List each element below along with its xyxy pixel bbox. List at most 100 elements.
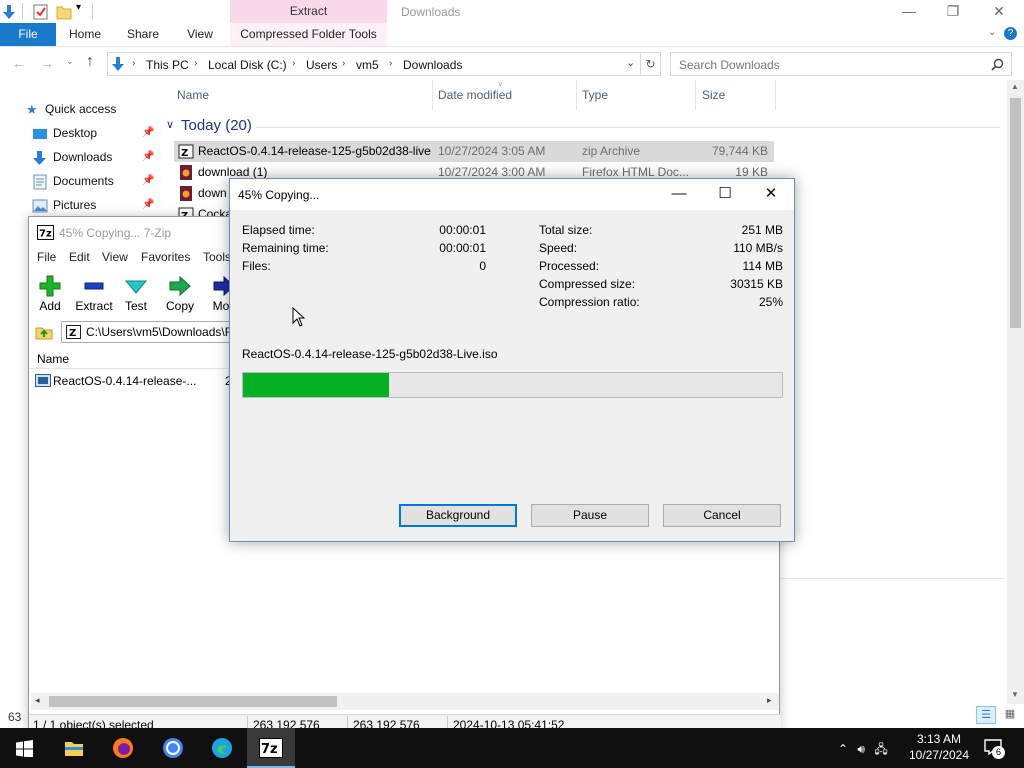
breadcrumb-vm5[interactable]: vm5	[356, 58, 379, 72]
speed: Speed: 110 MB/s	[539, 241, 783, 255]
nav-downloads[interactable]: Downloads 📌	[32, 146, 154, 168]
extract-button[interactable]: Extract	[71, 273, 117, 317]
taskbar-clock[interactable]: 3:13 AM 10/27/2024	[904, 731, 974, 763]
scroll-right-icon[interactable]: ▸	[767, 695, 772, 706]
tab-compressed-folder-tools[interactable]: Compressed Folder Tools	[230, 23, 387, 46]
taskbar-firefox[interactable]	[99, 728, 147, 768]
refresh-icon[interactable]: ↻	[641, 52, 661, 76]
test-button[interactable]: Test	[113, 273, 159, 317]
breadcrumb-this-pc[interactable]: This PC	[146, 58, 189, 72]
nav-quick-access[interactable]: ★ Quick access	[26, 98, 116, 120]
copy-progress-dialog: 45% Copying... — ☐ ✕ Elapsed time: 00:00…	[229, 178, 795, 542]
nav-documents[interactable]: Documents 📌	[32, 170, 154, 192]
menu-favorites[interactable]: Favorites	[141, 250, 190, 264]
file-row[interactable]: Z ReactOS-0.4.14-release-125-g5b02d38-li…	[174, 141, 774, 162]
column-size[interactable]: Size	[702, 88, 725, 102]
recent-locations-icon[interactable]: ⌄	[66, 56, 74, 67]
search-input[interactable]: Search Downloads	[670, 52, 1012, 76]
windows-start-icon[interactable]	[16, 740, 33, 757]
dialog-minimize-button[interactable]: —	[656, 179, 702, 210]
breadcrumb-local-disk[interactable]: Local Disk (C:)	[208, 58, 287, 72]
copy-button[interactable]: Copy	[157, 273, 203, 317]
network-icon[interactable]: 🖧︎	[874, 742, 887, 756]
taskbar-7zip[interactable]: 7z	[247, 728, 295, 768]
add-button[interactable]: Add	[27, 273, 73, 317]
help-icon[interactable]: ?	[1004, 27, 1017, 40]
search-placeholder: Search Downloads	[679, 58, 780, 72]
7zip-column-name[interactable]: Name	[37, 352, 69, 366]
cancel-button[interactable]: Cancel	[663, 504, 781, 527]
nav-desktop[interactable]: Desktop 📌	[32, 122, 154, 144]
address-dropdown-icon[interactable]: ⌄	[626, 56, 635, 69]
taskbar-edge[interactable]	[198, 728, 246, 768]
speed-value: 110 MB/s	[733, 241, 783, 255]
compressed-size-value: 30315 KB	[730, 277, 783, 291]
vertical-scrollbar[interactable]: ▲ ▼	[1007, 80, 1024, 704]
html-document-icon	[180, 165, 192, 180]
scrollbar-thumb[interactable]	[1010, 98, 1021, 328]
svg-text:7z: 7z	[261, 742, 278, 757]
dialog-maximize-button[interactable]: ☐	[702, 179, 748, 210]
up-arrow-icon[interactable]: ↑	[86, 53, 94, 71]
details-view-icon[interactable]: ☰	[976, 706, 996, 724]
taskbar-file-explorer[interactable]	[50, 728, 98, 768]
breadcrumb-downloads[interactable]: Downloads	[403, 58, 462, 72]
total-size: Total size: 251 MB	[539, 223, 783, 237]
column-name[interactable]: Name	[177, 88, 209, 102]
new-folder-icon[interactable]	[56, 4, 72, 20]
files-value: 0	[479, 259, 486, 273]
scrollbar-thumb[interactable]	[49, 696, 337, 707]
maximize-button[interactable]: ❐	[930, 0, 976, 24]
nav-pictures[interactable]: Pictures 📌	[32, 194, 154, 216]
tab-view[interactable]: View	[178, 23, 222, 46]
menu-edit[interactable]: Edit	[69, 250, 90, 264]
properties-icon[interactable]	[33, 4, 49, 20]
files-count: Files: 0	[242, 259, 486, 273]
column-date-modified[interactable]: Date modified	[438, 88, 512, 102]
file-type: zip Archive	[582, 144, 641, 158]
dialog-close-button[interactable]: ✕	[748, 179, 794, 210]
scroll-left-icon[interactable]: ◂	[35, 695, 40, 706]
folder-up-icon[interactable]	[35, 324, 53, 340]
forward-arrow-icon[interactable]: →	[40, 55, 54, 71]
7zip-horizontal-scrollbar[interactable]: ◂ ▸	[31, 693, 779, 710]
group-collapse-icon[interactable]: ∨	[166, 118, 174, 131]
tab-file[interactable]: File	[0, 23, 56, 46]
action-center-button[interactable]: 6	[984, 738, 1005, 759]
ribbon-expand-icon[interactable]: ⌄	[988, 27, 996, 38]
elapsed-value: 00:00:01	[439, 223, 486, 237]
compression-ratio-label: Compression ratio:	[539, 295, 640, 309]
column-type[interactable]: Type	[582, 88, 608, 102]
chrome-icon	[163, 738, 183, 758]
large-icons-view-icon[interactable]: ▦	[1000, 706, 1020, 724]
tab-share[interactable]: Share	[120, 23, 166, 46]
back-arrow-icon[interactable]: ←	[12, 55, 26, 71]
download-arrow-icon[interactable]	[2, 4, 16, 20]
scroll-down-icon[interactable]: ▼	[1011, 690, 1019, 699]
qat-dropdown-icon[interactable]: ▾	[76, 2, 81, 13]
file-name: ReactOS-0.4.14-release-125-g5b02d38-live	[198, 144, 431, 158]
breadcrumb-separator-icon: ›	[389, 58, 393, 69]
file-name: down	[198, 186, 227, 200]
address-bar[interactable]: › This PC › Local Disk (C:) › Users › vm…	[107, 52, 641, 76]
clock-date: 10/27/2024	[908, 748, 970, 762]
move-button[interactable]: Mov	[201, 273, 231, 317]
notification-count: 6	[992, 746, 1005, 759]
menu-tools[interactable]: Tools	[203, 250, 231, 264]
breadcrumb-users[interactable]: Users	[306, 58, 337, 72]
close-button[interactable]: ✕	[976, 0, 1022, 24]
volume-icon[interactable]: 🔊︎	[857, 742, 865, 756]
background-button[interactable]: Background	[399, 504, 517, 527]
pause-button[interactable]: Pause	[531, 504, 649, 527]
show-hidden-icons-icon[interactable]: ⌃	[838, 742, 848, 756]
system-tray: ⌃ 🔊︎ 🖧︎	[838, 740, 888, 761]
scroll-up-icon[interactable]: ▲	[1011, 82, 1019, 91]
pin-icon: 📌	[142, 175, 155, 186]
group-header-today[interactable]: Today (20)	[181, 117, 252, 134]
menu-file[interactable]: File	[37, 250, 56, 264]
menu-view[interactable]: View	[102, 250, 128, 264]
taskbar-chrome[interactable]	[149, 728, 197, 768]
tab-home[interactable]: Home	[62, 23, 108, 46]
minimize-button[interactable]: —	[886, 0, 932, 24]
html-document-icon	[180, 186, 192, 201]
